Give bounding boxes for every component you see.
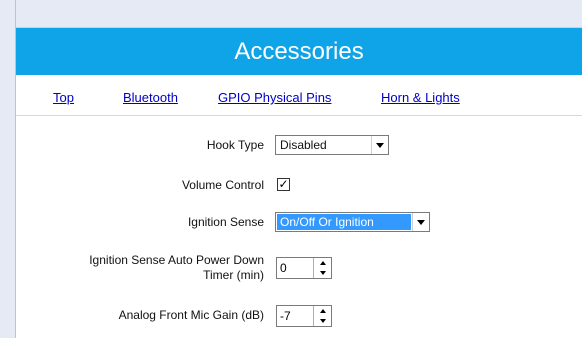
- auto-power-down-label-line2: Timer (min): [203, 268, 264, 282]
- left-frame-edge: [0, 0, 16, 338]
- spin-down-icon[interactable]: [314, 316, 331, 326]
- spin-up-icon[interactable]: [314, 258, 331, 268]
- page-title: Accessories: [234, 37, 364, 65]
- chevron-down-icon[interactable]: [371, 136, 388, 154]
- mic-gain-stepper[interactable]: -7: [276, 305, 332, 327]
- mic-gain-value[interactable]: -7: [277, 306, 313, 326]
- ignition-sense-label: Ignition Sense: [187, 215, 264, 229]
- auto-power-down-value[interactable]: 0: [277, 258, 313, 278]
- ignition-sense-select[interactable]: On/Off Or Ignition: [275, 212, 430, 232]
- window-frame: Accessories Top Bluetooth GPIO Physical …: [0, 0, 582, 338]
- section-nav: Top Bluetooth GPIO Physical Pins Horn & …: [16, 75, 582, 116]
- auto-power-down-label-line1: Ignition Sense Auto Power Down: [89, 253, 264, 267]
- auto-power-down-stepper[interactable]: 0: [276, 257, 332, 279]
- top-frame-strip: [0, 0, 582, 28]
- mic-gain-label: Analog Front Mic Gain (dB): [118, 308, 264, 322]
- hook-type-select[interactable]: Disabled: [275, 135, 389, 155]
- chevron-down-icon[interactable]: [412, 213, 429, 231]
- ignition-sense-value: On/Off Or Ignition: [277, 214, 411, 230]
- hook-type-label: Hook Type: [206, 138, 264, 152]
- spin-down-icon[interactable]: [314, 268, 331, 278]
- spin-up-icon[interactable]: [314, 306, 331, 316]
- page-header-banner: Accessories: [16, 28, 582, 75]
- volume-control-label: Volume Control: [181, 178, 264, 192]
- nav-link-gpio-physical-pins[interactable]: GPIO Physical Pins: [218, 90, 331, 105]
- hook-type-value: Disabled: [280, 138, 327, 152]
- nav-link-bluetooth[interactable]: Bluetooth: [123, 90, 178, 105]
- nav-link-top[interactable]: Top: [53, 90, 74, 105]
- nav-link-horn-and-lights[interactable]: Horn & Lights: [381, 90, 460, 105]
- accessories-page: Accessories Top Bluetooth GPIO Physical …: [16, 28, 582, 338]
- auto-power-down-label: Ignition Sense Auto Power Down Timer (mi…: [89, 253, 264, 283]
- checkmark-icon: ✓: [278, 177, 289, 191]
- volume-control-checkbox[interactable]: ✓: [277, 178, 290, 191]
